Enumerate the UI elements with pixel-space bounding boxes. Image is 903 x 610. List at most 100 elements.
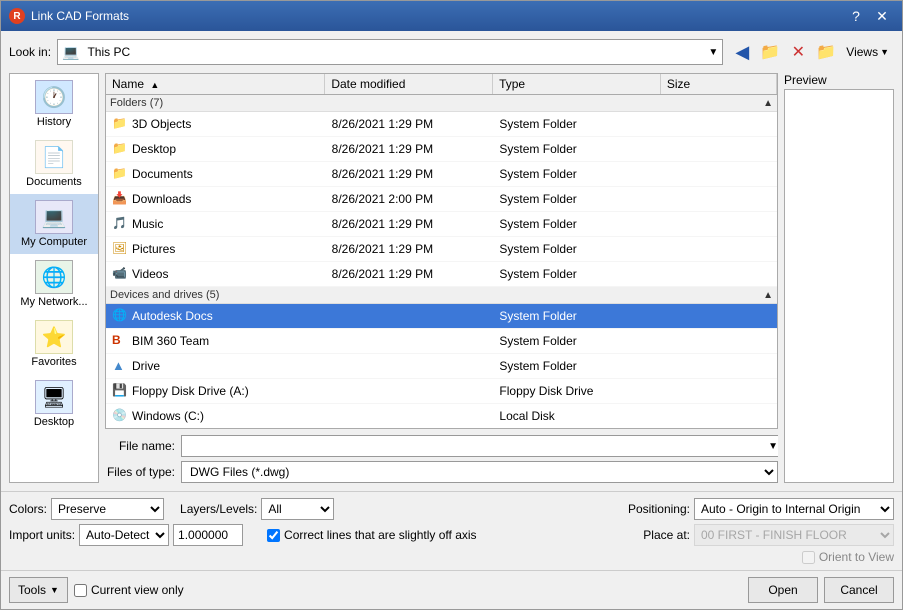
forward-button[interactable]: 📁 xyxy=(757,40,783,64)
options-bar: Colors: PreserveBlack and WhiteOverride … xyxy=(1,491,902,570)
title-controls: ? ✕ xyxy=(844,6,894,26)
file-row-autodesk-docs[interactable]: 🌐Autodesk Docs System Folder xyxy=(106,304,777,329)
col-header-date[interactable]: Date modified xyxy=(325,74,493,94)
dialog-title: Link CAD Formats xyxy=(31,9,129,23)
col-header-type[interactable]: Type xyxy=(493,74,661,94)
tools-button[interactable]: Tools ▼ xyxy=(9,577,68,603)
network-icon: 🌐 xyxy=(35,260,73,294)
col-header-name[interactable]: Name ▲ xyxy=(106,74,325,94)
col-header-size[interactable]: Size xyxy=(661,74,777,94)
look-in-row: Look in: 💻 This PC ▼ ◀ 📁 ✕ 📁 Views ▼ xyxy=(9,39,894,65)
file-row[interactable]: 📁Desktop 8/26/2021 1:29 PM System Folder xyxy=(106,137,777,162)
look-in-label: Look in: xyxy=(9,45,51,59)
current-view-label[interactable]: Current view only xyxy=(74,583,184,597)
bim-icon: B xyxy=(112,333,128,349)
folder-pictures-icon: 🖼 xyxy=(112,241,128,257)
layers-label: Layers/Levels: xyxy=(180,502,257,516)
layers-select[interactable]: AllSelected xyxy=(261,498,334,520)
file-row[interactable]: 🖼Pictures 8/26/2021 1:29 PM System Folde… xyxy=(106,237,777,262)
positioning-select[interactable]: Auto - Origin to Internal OriginAuto - C… xyxy=(694,498,894,520)
globe-icon: 🌐 xyxy=(112,308,128,324)
folder-icon: 📁 xyxy=(112,141,128,157)
import-units-select[interactable]: Auto-DetectFeetInchesMeters xyxy=(79,524,169,546)
colors-group: Colors: PreserveBlack and WhiteOverride xyxy=(9,498,164,520)
filetype-select[interactable]: DWG Files (*.dwg) xyxy=(181,461,778,483)
app-icon: R xyxy=(9,8,25,24)
back-button[interactable]: ◀ xyxy=(729,40,755,64)
colors-select[interactable]: PreserveBlack and WhiteOverride xyxy=(51,498,164,520)
file-row[interactable]: 📹Videos 8/26/2021 1:29 PM System Folder xyxy=(106,262,777,287)
folder-music-icon: 🎵 xyxy=(112,216,128,232)
delete-button[interactable]: ✕ xyxy=(785,40,811,64)
place-at-select[interactable]: 00 FIRST - FINISH FLOOR xyxy=(694,524,894,546)
file-row-windows[interactable]: 💿Windows (C:) Local Disk xyxy=(106,404,777,429)
file-row[interactable]: 📁Documents 8/26/2021 1:29 PM System Fold… xyxy=(106,162,777,187)
floppy-icon: 💾 xyxy=(112,383,128,399)
nav-item-documents[interactable]: 📄 Documents xyxy=(10,134,98,194)
title-bar-left: R Link CAD Formats xyxy=(9,8,129,24)
history-icon: 🕐 xyxy=(35,80,73,114)
file-row-floppy[interactable]: 💾Floppy Disk Drive (A:) Floppy Disk Driv… xyxy=(106,379,777,404)
section-label-devices: Devices and drives (5) xyxy=(110,289,219,301)
import-units-number[interactable] xyxy=(173,524,243,546)
drive-icon: ▲ xyxy=(112,358,128,374)
close-button[interactable]: ✕ xyxy=(870,6,894,26)
desktop-icon: 🖥 xyxy=(35,380,73,414)
nav-label-network: My Network... xyxy=(20,296,87,308)
nav-item-computer[interactable]: 💻 My Computer xyxy=(10,194,98,254)
nav-item-network[interactable]: 🌐 My Network... xyxy=(10,254,98,314)
correct-lines-checkbox[interactable] xyxy=(267,529,280,542)
file-list-header: Name ▲ Date modified Type Size xyxy=(106,74,777,95)
file-row[interactable]: 🎵Music 8/26/2021 1:29 PM System Folder xyxy=(106,212,777,237)
nav-item-favorites[interactable]: ⭐ Favorites xyxy=(10,314,98,374)
views-button[interactable]: Views ▼ xyxy=(841,40,894,64)
positioning-label: Positioning: xyxy=(628,502,690,516)
folder-icon: 📁 xyxy=(112,166,128,182)
section-header-folders[interactable]: Folders (7) ▲ xyxy=(106,95,777,112)
new-folder-button[interactable]: 📁 xyxy=(813,40,839,64)
file-row-bim360[interactable]: BBIM 360 Team System Folder xyxy=(106,329,777,354)
layers-group: Layers/Levels: AllSelected xyxy=(180,498,334,520)
file-row[interactable]: 📁3D Objects 8/26/2021 1:29 PM System Fol… xyxy=(106,112,777,137)
file-list-container[interactable]: Name ▲ Date modified Type Size xyxy=(105,73,778,429)
toolbar-buttons: ◀ 📁 ✕ 📁 Views ▼ xyxy=(729,40,894,64)
left-nav: 🕐 History 📄 Documents 💻 My Computer 🌐 My… xyxy=(9,73,99,483)
filename-input[interactable] xyxy=(181,435,778,457)
options-row-1: Colors: PreserveBlack and WhiteOverride … xyxy=(9,498,894,520)
cancel-button[interactable]: Cancel xyxy=(824,577,894,603)
file-row-drive[interactable]: ▲Drive System Folder xyxy=(106,354,777,379)
nav-item-history[interactable]: 🕐 History xyxy=(10,74,98,134)
orient-checkbox[interactable] xyxy=(802,551,815,564)
correct-lines-label[interactable]: Correct lines that are slightly off axis xyxy=(267,528,477,542)
nav-label-computer: My Computer xyxy=(21,236,87,248)
section-header-devices[interactable]: Devices and drives (5) ▲ xyxy=(106,287,777,304)
look-in-combo[interactable]: 💻 This PC ▼ xyxy=(57,39,723,65)
title-bar: R Link CAD Formats ? ✕ xyxy=(1,1,902,31)
import-units-group: Import units: Auto-DetectFeetInchesMeter… xyxy=(9,524,243,546)
correct-lines-group: Correct lines that are slightly off axis xyxy=(267,528,477,542)
nav-label-history: History xyxy=(37,116,71,128)
place-at-group: Place at: 00 FIRST - FINISH FLOOR xyxy=(643,524,894,546)
favorites-icon: ⭐ xyxy=(35,320,73,354)
preview-panel: Preview xyxy=(784,73,894,483)
file-area: Name ▲ Date modified Type Size xyxy=(105,73,778,483)
help-button[interactable]: ? xyxy=(844,6,868,26)
orient-label[interactable]: Orient to View xyxy=(802,550,894,564)
filename-row: File name: ▼ xyxy=(105,435,778,457)
place-at-label: Place at: xyxy=(643,528,690,542)
nav-item-desktop[interactable]: 🖥 Desktop xyxy=(10,374,98,434)
nav-label-favorites: Favorites xyxy=(31,356,76,368)
tools-label: Tools xyxy=(18,583,46,597)
filename-label: File name: xyxy=(105,439,175,453)
preview-box xyxy=(784,89,894,483)
open-button[interactable]: Open xyxy=(748,577,818,603)
current-view-checkbox[interactable] xyxy=(74,584,87,597)
file-row[interactable]: 📥Downloads 8/26/2021 2:00 PM System Fold… xyxy=(106,187,777,212)
bottom-fields: File name: ▼ Files of type: DWG Files (*… xyxy=(105,435,778,483)
look-in-value: This PC xyxy=(87,45,704,59)
section-toggle-devices: ▲ xyxy=(763,290,773,301)
folder-videos-icon: 📹 xyxy=(112,266,128,282)
main-area: 🕐 History 📄 Documents 💻 My Computer 🌐 My… xyxy=(9,73,894,483)
filetype-row: Files of type: DWG Files (*.dwg) xyxy=(105,461,778,483)
colors-label: Colors: xyxy=(9,502,47,516)
